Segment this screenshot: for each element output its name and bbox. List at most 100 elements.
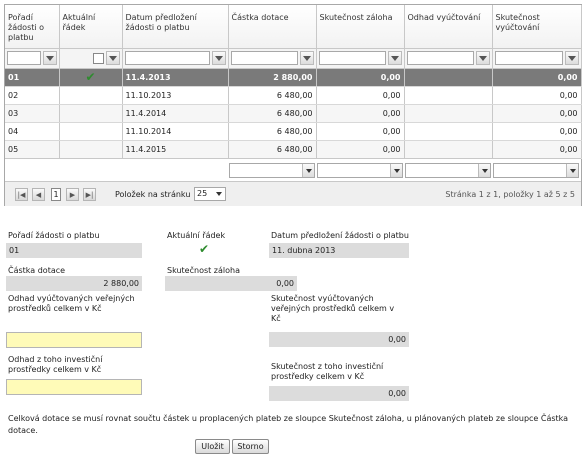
- aggregate-select-castka[interactable]: [229, 163, 315, 178]
- table-row[interactable]: 02 11.10.2013 6 480,00 0,00 0,00: [5, 86, 582, 105]
- aggregate-select-skutecnost[interactable]: [493, 163, 579, 178]
- cell-datum: 11.10.2014: [122, 122, 229, 141]
- filter-icon[interactable]: [387, 51, 402, 65]
- cell-poradi: 04: [5, 122, 60, 141]
- chevron-down-icon: [216, 192, 222, 196]
- odhad-vyuct-label: Odhad vyúčtovaných veřejných prostředků …: [8, 294, 135, 313]
- filter-checkbox-aktualni[interactable]: [92, 52, 104, 64]
- skut-invest-label: Skutečnost z toho investiční prostředky …: [271, 362, 384, 381]
- first-page-icon[interactable]: |◀: [15, 188, 28, 201]
- page-size-value: 25: [197, 189, 208, 198]
- cell-datum: 11.4.2015: [122, 140, 229, 159]
- cell-skutecnost: 0,00: [492, 140, 582, 159]
- check-icon: ✔: [199, 242, 210, 256]
- column-header-odhad[interactable]: Odhad vyúčtování: [404, 5, 493, 49]
- filter-icon[interactable]: [564, 51, 579, 65]
- next-page-icon[interactable]: ▶: [66, 188, 79, 201]
- aggregate-select-odhad[interactable]: [405, 163, 491, 178]
- cell-castka: 6 480,00: [228, 104, 317, 123]
- chevron-down-icon: [481, 168, 488, 173]
- cell-odhad: [404, 86, 493, 105]
- cell-poradi: 01: [5, 68, 60, 87]
- page-size-select[interactable]: 25: [194, 187, 226, 201]
- table-row[interactable]: 05 11.4.2015 6 480,00 0,00 0,00: [5, 140, 582, 159]
- filter-icon[interactable]: [299, 51, 314, 65]
- column-header-poradi[interactable]: Pořadí žádosti o platbu: [5, 5, 60, 49]
- column-header-zaloha[interactable]: Skutečnost záloha: [316, 5, 405, 49]
- pager: |◀ ◀ 1 ▶ ▶| Položek na stránku 25 Stránk…: [5, 181, 581, 206]
- table-row[interactable]: 01 ✔ 11.4.2013 2 880,00 0,00 0,00: [5, 68, 582, 87]
- datum-value: 11. dubna 2013: [269, 243, 409, 258]
- current-page[interactable]: 1: [51, 188, 61, 201]
- cell-zaloha: 0,00: [316, 68, 405, 87]
- cell-odhad: [404, 122, 493, 141]
- column-header-castka[interactable]: Částka dotace: [228, 5, 317, 49]
- column-header-skutecnost[interactable]: Skutečnost vyúčtování: [492, 5, 582, 49]
- cell-datum: 11.4.2013: [122, 68, 229, 87]
- last-page-icon[interactable]: ▶|: [83, 188, 96, 201]
- filter-row: [5, 48, 582, 69]
- save-button[interactable]: Uložit: [195, 439, 230, 454]
- cell-poradi: 02: [5, 86, 60, 105]
- cell-datum: 11.4.2014: [122, 104, 229, 123]
- cell-zaloha: 0,00: [316, 140, 405, 159]
- filter-input-poradi[interactable]: [7, 51, 41, 65]
- page-size-label: Položek na stránku: [115, 190, 191, 199]
- cell-zaloha: 0,00: [316, 122, 405, 141]
- poradi-label: Pořadí žádosti o platbu: [8, 231, 100, 240]
- filter-input-castka[interactable]: [230, 51, 298, 65]
- cell-poradi: 05: [5, 140, 60, 159]
- column-header-datum[interactable]: Datum předložení žádosti o platbu: [122, 5, 229, 49]
- poradi-value: 01: [6, 243, 142, 258]
- payments-table: Pořadí žádosti o platbu Aktuální řádek D…: [5, 5, 582, 159]
- skut-vyuct-label: Skutečnost vyúčtovaných veřejných prostř…: [271, 294, 395, 323]
- cell-castka: 6 480,00: [228, 122, 317, 141]
- cell-odhad: [404, 68, 493, 87]
- cell-poradi: 03: [5, 104, 60, 123]
- chevron-down-icon: [393, 168, 400, 173]
- filter-input-skutecnost[interactable]: [494, 51, 563, 65]
- cancel-button[interactable]: Storno: [232, 439, 269, 454]
- column-header-aktualni[interactable]: Aktuální řádek: [59, 5, 123, 49]
- skut-vyuct-value: 0,00: [269, 332, 409, 347]
- aktualni-label: Aktuální řádek: [167, 231, 226, 240]
- aggregate-row: [5, 158, 581, 180]
- cell-castka: 2 880,00: [228, 68, 317, 87]
- chevron-down-icon: [569, 168, 576, 173]
- table-row[interactable]: 03 11.4.2014 6 480,00 0,00 0,00: [5, 104, 582, 123]
- payments-grid: Pořadí žádosti o platbu Aktuální řádek D…: [4, 4, 582, 206]
- filter-icon[interactable]: [475, 51, 490, 65]
- cell-skutecnost: 0,00: [492, 122, 582, 141]
- cell-castka: 6 480,00: [228, 86, 317, 105]
- zaloha-value: 0,00: [165, 276, 297, 291]
- check-icon: ✔: [85, 70, 96, 84]
- filter-input-datum[interactable]: [124, 51, 210, 65]
- pager-summary: Stránka 1 z 1, položky 1 až 5 z 5: [445, 190, 575, 199]
- info-note: Celková dotace se musí rovnat součtu čás…: [8, 414, 569, 435]
- cell-datum: 11.10.2013: [122, 86, 229, 105]
- cell-castka: 6 480,00: [228, 140, 317, 159]
- filter-icon[interactable]: [211, 51, 226, 65]
- cell-skutecnost: 0,00: [492, 86, 582, 105]
- cell-zaloha: 0,00: [316, 104, 405, 123]
- cell-odhad: [404, 140, 493, 159]
- filter-input-odhad[interactable]: [406, 51, 474, 65]
- odhad-invest-label: Odhad z toho investiční prostředky celke…: [8, 355, 103, 374]
- cell-odhad: [404, 104, 493, 123]
- chevron-down-icon: [305, 168, 312, 173]
- prev-page-icon[interactable]: ◀: [32, 188, 45, 201]
- filter-icon[interactable]: [42, 51, 57, 65]
- skut-invest-value: 0,00: [269, 386, 409, 401]
- cell-skutecnost: 0,00: [492, 68, 582, 87]
- filter-input-zaloha[interactable]: [318, 51, 386, 65]
- castka-value: 2 880,00: [6, 276, 142, 291]
- datum-label: Datum předložení žádosti o platbu: [271, 231, 409, 240]
- castka-label: Částka dotace: [8, 266, 66, 275]
- aggregate-select-zaloha[interactable]: [317, 163, 403, 178]
- filter-icon[interactable]: [105, 51, 120, 65]
- odhad-vyuct-input[interactable]: [6, 332, 142, 348]
- table-row[interactable]: 04 11.10.2014 6 480,00 0,00 0,00: [5, 122, 582, 141]
- odhad-invest-input[interactable]: [6, 379, 142, 395]
- cell-skutecnost: 0,00: [492, 104, 582, 123]
- cell-zaloha: 0,00: [316, 86, 405, 105]
